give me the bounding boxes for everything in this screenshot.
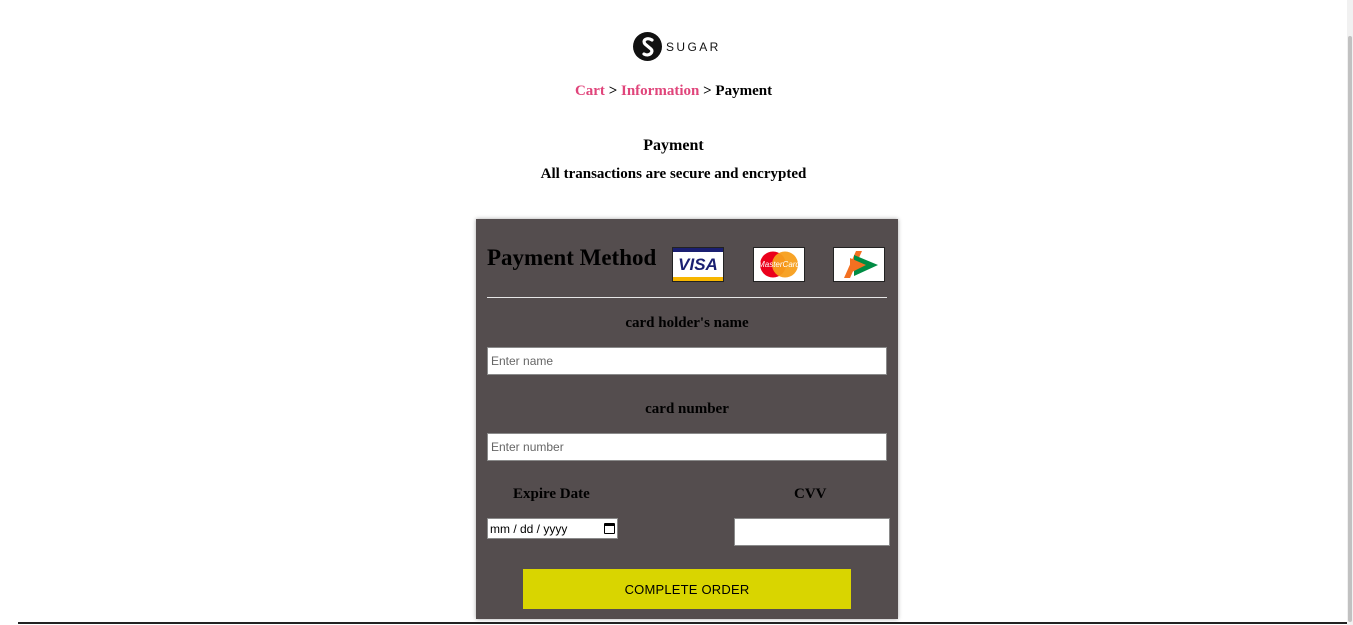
mastercard-text: MasterCard xyxy=(758,260,800,269)
mastercard-icon: MasterCard xyxy=(753,247,805,282)
expire-date-input[interactable]: mm / dd / yyyy xyxy=(487,518,618,539)
payment-method-title: Payment Method xyxy=(487,245,657,270)
cvv-input[interactable] xyxy=(734,518,890,546)
card-number-input[interactable] xyxy=(487,433,887,461)
breadcrumb: Cart > Information > Payment xyxy=(0,83,1347,100)
breadcrumb-separator: > xyxy=(608,83,618,99)
card-number-label: card number xyxy=(645,401,729,417)
calendar-icon[interactable] xyxy=(604,523,615,534)
breadcrumb-separator: > xyxy=(703,83,712,99)
divider xyxy=(487,297,887,298)
scrollbar-thumb[interactable] xyxy=(1348,36,1352,622)
brand-name: SUGAR xyxy=(666,39,721,54)
visa-text: VISA xyxy=(678,255,718,274)
expire-date-placeholder: mm / dd / yyyy xyxy=(490,521,568,536)
card-holder-name-input[interactable] xyxy=(487,347,887,375)
breadcrumb-cart[interactable]: Cart xyxy=(575,83,605,99)
breadcrumb-information[interactable]: Information xyxy=(621,83,699,99)
cvv-label: CVV xyxy=(794,486,827,502)
expire-date-label: Expire Date xyxy=(513,486,590,502)
breadcrumb-payment: Payment xyxy=(715,83,773,99)
card-holder-label: card holder's name xyxy=(625,315,749,331)
visa-icon: VISA xyxy=(672,247,724,282)
rupay-icon xyxy=(833,247,885,282)
payment-card: Payment Method VISA MasterCard card hold… xyxy=(476,219,898,619)
sugar-s-logo-icon xyxy=(633,32,662,61)
complete-order-button[interactable]: COMPLETE ORDER xyxy=(523,569,851,609)
divider xyxy=(18,622,1347,624)
page-subtitle: All transactions are secure and encrypte… xyxy=(540,166,807,182)
brand-logo[interactable]: SUGAR xyxy=(633,32,721,61)
page-title: Payment xyxy=(643,137,704,154)
